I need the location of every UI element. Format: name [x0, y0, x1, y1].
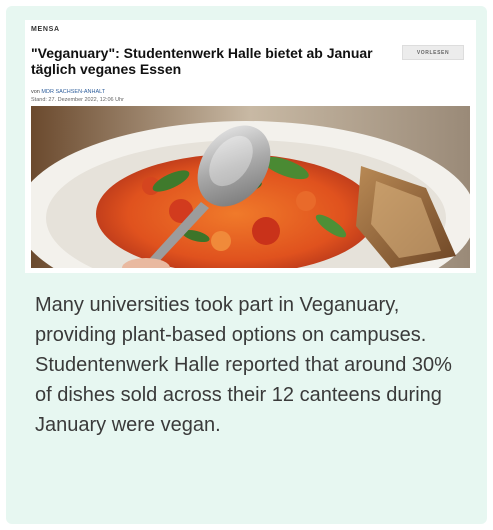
read-aloud-button[interactable]: VORLESEN: [402, 45, 464, 60]
article-byline: von MDR SACHSEN-ANHALT: [31, 89, 105, 96]
post-card: MENSA "Veganuary": Studentenwerk Halle b…: [6, 6, 487, 524]
article-date: Stand: 27. Dezember 2022, 12:06 Uhr: [31, 97, 124, 103]
article-headline[interactable]: "Veganuary": Studentenwerk Halle bietet …: [31, 45, 401, 77]
soup-with-spoon-and-bread-photo: [31, 106, 470, 268]
article-screenshot: MENSA "Veganuary": Studentenwerk Halle b…: [25, 20, 476, 273]
author-link[interactable]: MDR SACHSEN-ANHALT: [41, 89, 105, 95]
byline-prefix: von: [31, 89, 40, 95]
post-body-text: Many universities took part in Veganuary…: [35, 294, 452, 436]
article-kicker: MENSA: [31, 26, 60, 33]
